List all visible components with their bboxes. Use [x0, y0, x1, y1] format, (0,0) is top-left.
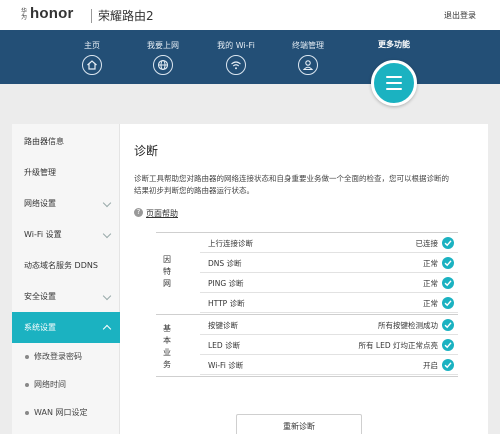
page-title: 诊断: [134, 144, 159, 158]
diag-row-ping: PING 诊断 正常: [200, 273, 458, 293]
check-icon: [442, 237, 454, 249]
nav-label: 更多功能: [378, 40, 410, 49]
group-divider: [156, 376, 458, 377]
diag-row-buttons: 按键诊断 所有按键检测成功: [200, 315, 458, 335]
diag-row-wifi: Wi-Fi 诊断 开启: [200, 355, 458, 375]
sidebar-subitem-password[interactable]: 修改登录密码: [12, 343, 120, 371]
home-icon: [82, 55, 102, 75]
sidebar-item-network[interactable]: 网络设置: [12, 188, 120, 219]
sidebar: 路由器信息 升级管理 网络设置 Wi-Fi 设置 动态域名服务 DDNS 安全设…: [12, 124, 120, 434]
nav-label: 主页: [84, 41, 100, 50]
globe-icon: [153, 55, 173, 75]
page-description: 诊断工具帮助您对路由器的网络连接状态和自身重要业务做一个全面的检查，您可以根据诊…: [134, 174, 449, 195]
main-nav: 主页 我要上网 我的 Wi-Fi 终端管理 更多功能: [0, 30, 500, 84]
check-icon: [442, 277, 454, 289]
sidebar-item-label: 网络设置: [24, 199, 56, 208]
honor-logo: honor: [30, 5, 74, 22]
sidebar-subitem-label: WAN 网口设定: [34, 408, 88, 417]
sidebar-item-label: Wi-Fi 设置: [24, 230, 62, 239]
check-icon: [442, 297, 454, 309]
sidebar-item-security[interactable]: 安全设置: [12, 281, 120, 312]
sidebar-subitem-time[interactable]: 网络时间: [12, 371, 120, 399]
diag-row-uplink: 上行连接诊断 已连接: [200, 233, 458, 253]
sidebar-item-label: 路由器信息: [24, 137, 64, 146]
check-icon: [442, 339, 454, 351]
wifi-icon: [226, 55, 246, 75]
sidebar-subitem-label: 修改登录密码: [34, 352, 82, 361]
help-link[interactable]: 页面帮助: [146, 208, 178, 219]
sidebar-item-label: 升级管理: [24, 168, 56, 177]
diag-status: 所有按键检测成功: [378, 321, 438, 330]
diag-row-dns: DNS 诊断 正常: [200, 253, 458, 273]
sidebar-subitem-wan[interactable]: WAN 网口设定: [12, 399, 120, 427]
help-icon[interactable]: ?: [134, 208, 143, 217]
diag-status: 所有 LED 灯均正常点亮: [358, 341, 438, 350]
diag-name: LED 诊断: [208, 341, 241, 350]
user-icon: [298, 55, 318, 75]
brand-divider: [91, 9, 92, 23]
diag-status: 开启: [423, 361, 438, 370]
sidebar-item-label: 系统设置: [24, 323, 56, 332]
nav-label: 终端管理: [292, 41, 324, 50]
group-label-services: 基本业务: [163, 324, 171, 369]
diag-row-http: HTTP 诊断 正常: [200, 293, 458, 313]
check-icon: [442, 319, 454, 331]
check-icon: [442, 257, 454, 269]
chevron-down-icon: [102, 198, 112, 208]
nav-label: 我的 Wi-Fi: [217, 41, 255, 50]
diag-status: 正常: [423, 299, 438, 308]
diag-name: HTTP 诊断: [208, 299, 245, 308]
diag-name: PING 诊断: [208, 279, 244, 288]
diag-row-led: LED 诊断 所有 LED 灯均正常点亮: [200, 335, 458, 355]
sidebar-subitem-label: 网络时间: [34, 380, 66, 389]
nav-label: 我要上网: [147, 41, 179, 50]
diag-name: 按键诊断: [208, 321, 238, 330]
chevron-up-icon: [102, 324, 112, 334]
sidebar-item-router-info[interactable]: 路由器信息: [12, 126, 120, 157]
router-name: 荣耀路由2: [98, 9, 154, 23]
diag-status: 正常: [423, 259, 438, 268]
sidebar-item-label: 安全设置: [24, 292, 56, 301]
sidebar-item-wifi[interactable]: Wi-Fi 设置: [12, 219, 120, 250]
nav-item-wifi[interactable]: 我的 Wi-Fi: [206, 30, 266, 75]
brand-mark: 华为: [21, 8, 28, 21]
chevron-down-icon: [102, 291, 112, 301]
top-bar: 华为 honor 荣耀路由2 退出登录: [0, 0, 500, 30]
sidebar-item-upgrade[interactable]: 升级管理: [12, 157, 120, 188]
diag-status: 正常: [423, 279, 438, 288]
sidebar-item-label: 动态域名服务 DDNS: [24, 261, 98, 270]
sidebar-item-system[interactable]: 系统设置: [12, 312, 120, 343]
diag-name: DNS 诊断: [208, 259, 242, 268]
sidebar-item-ddns[interactable]: 动态域名服务 DDNS: [12, 250, 120, 281]
chevron-down-icon: [102, 229, 112, 239]
menu-icon[interactable]: [371, 60, 417, 106]
nav-item-home[interactable]: 主页: [62, 30, 122, 75]
nav-item-devices[interactable]: 终端管理: [278, 30, 338, 75]
group-label-internet: 因特网: [163, 255, 171, 288]
diag-name: 上行连接诊断: [208, 239, 253, 248]
diag-name: Wi-Fi 诊断: [208, 361, 244, 370]
nav-item-internet[interactable]: 我要上网: [133, 30, 193, 75]
rediagnose-button[interactable]: 重新诊断: [236, 414, 362, 434]
diag-status: 已连接: [415, 239, 439, 248]
nav-item-more[interactable]: 更多功能: [364, 30, 424, 50]
check-icon: [442, 359, 454, 371]
logout-link[interactable]: 退出登录: [444, 10, 476, 21]
